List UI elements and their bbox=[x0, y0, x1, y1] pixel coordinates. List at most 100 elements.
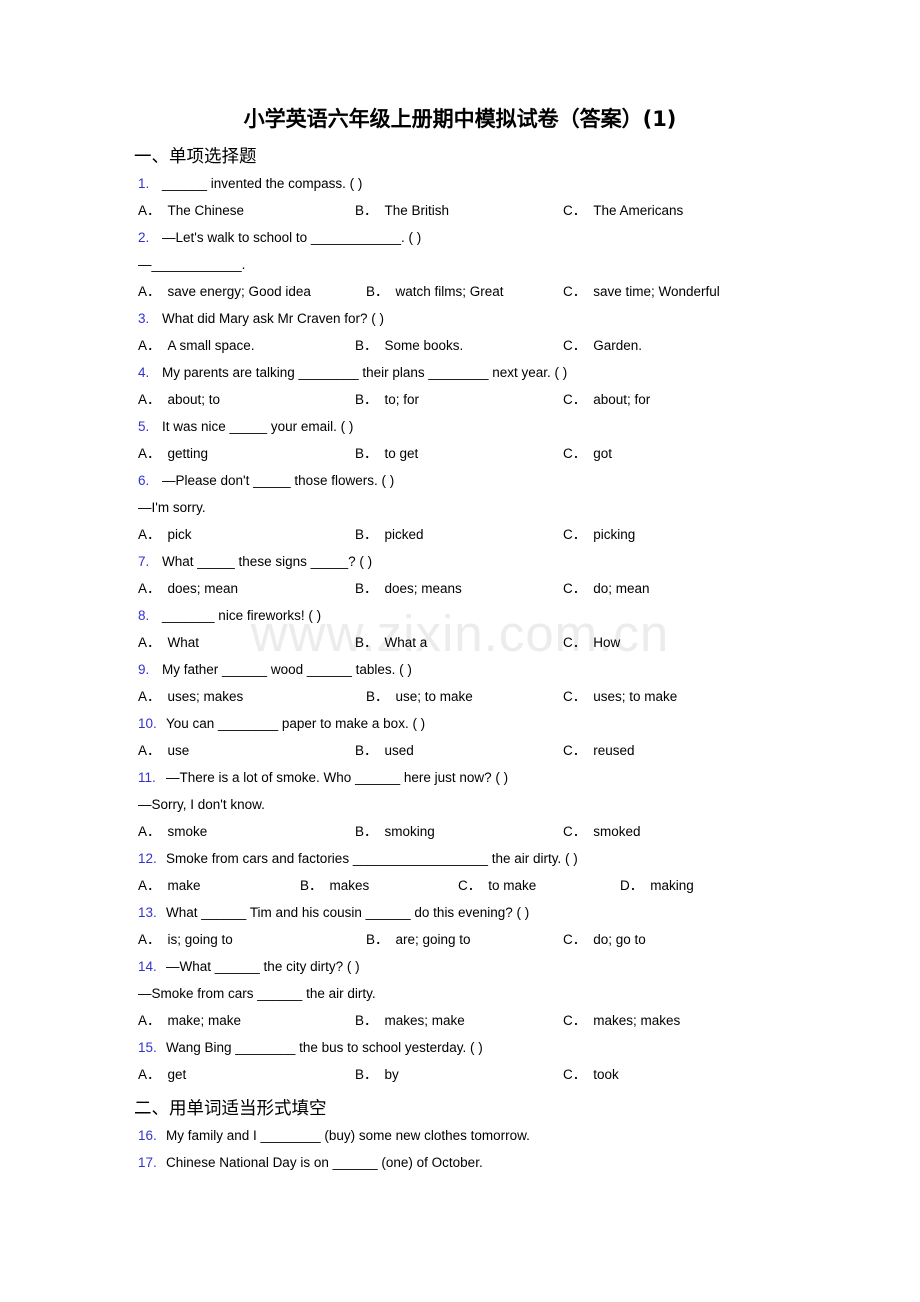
option-choice[interactable]: C． Garden. bbox=[563, 332, 642, 359]
option-choice[interactable]: C． uses; to make bbox=[563, 683, 677, 710]
option-choice[interactable]: B． by bbox=[355, 1061, 399, 1088]
option-choice[interactable]: A． make; make bbox=[138, 1007, 241, 1034]
option-choice[interactable]: A． about; to bbox=[138, 386, 220, 413]
option-choice[interactable]: A． make bbox=[138, 872, 201, 899]
option-choice[interactable]: A． does; mean bbox=[138, 575, 238, 602]
question-stem-text: —What ______ the city dirty? ( ) bbox=[166, 959, 360, 974]
option-label: B． bbox=[355, 203, 378, 218]
option-choice[interactable]: B． use; to make bbox=[366, 683, 473, 710]
option-choice[interactable]: C． makes; makes bbox=[563, 1007, 680, 1034]
option-text: to get bbox=[384, 446, 419, 461]
option-choice[interactable]: A． What bbox=[138, 629, 199, 656]
option-choice[interactable]: D． making bbox=[620, 872, 694, 899]
option-choice[interactable]: B． to get bbox=[355, 440, 418, 467]
option-label: B． bbox=[355, 338, 378, 353]
option-row: A． make B． makes C． to make D． making bbox=[0, 872, 920, 899]
option-choice[interactable]: B． watch films; Great bbox=[366, 278, 504, 305]
question-number: 5. bbox=[138, 419, 150, 434]
question-item: 14. —What ______ the city dirty? ( ) —Smok… bbox=[0, 953, 920, 1034]
question-number: 10. bbox=[138, 716, 157, 731]
option-label: C． bbox=[563, 824, 587, 839]
option-choice[interactable]: C． got bbox=[563, 440, 612, 467]
option-row: A． pick B． picked C． picking bbox=[0, 521, 920, 548]
option-row: A． The Chinese B． The British C． The American… bbox=[0, 197, 920, 224]
question-stem-line: 12. Smoke from cars and factories _______… bbox=[0, 845, 920, 872]
option-choice[interactable]: B． What a bbox=[355, 629, 427, 656]
option-text: makes; make bbox=[384, 1013, 465, 1028]
option-label: B． bbox=[355, 1067, 378, 1082]
option-text: took bbox=[593, 1067, 619, 1082]
option-choice[interactable]: C． do; mean bbox=[563, 575, 650, 602]
option-choice[interactable]: C． to make bbox=[458, 872, 536, 899]
option-text: save energy; Good idea bbox=[167, 284, 311, 299]
option-choice[interactable]: C． How bbox=[563, 629, 620, 656]
question-number: 3. bbox=[138, 311, 150, 326]
option-label: B． bbox=[355, 392, 378, 407]
question-stem-line: 10. You can ________ paper to make a box.… bbox=[0, 710, 920, 737]
option-label: B． bbox=[366, 689, 389, 704]
question-stem-line: 6. —Please don't _____ those flowers. ( ) bbox=[0, 467, 920, 494]
option-choice[interactable]: B． to; for bbox=[355, 386, 419, 413]
option-text: making bbox=[650, 878, 694, 893]
option-choice[interactable]: A． save energy; Good idea bbox=[138, 278, 311, 305]
option-choice[interactable]: A． get bbox=[138, 1061, 186, 1088]
option-choice[interactable]: A． getting bbox=[138, 440, 208, 467]
question-stem-text: —There is a lot of smoke. Who ______ her… bbox=[166, 770, 509, 785]
question-item: 17. Chinese National Day is on ______ (on… bbox=[0, 1149, 920, 1176]
question-item: 8. _______ nice fireworks! ( ) A． What B． Wha… bbox=[0, 602, 920, 656]
option-choice[interactable]: B． used bbox=[355, 737, 414, 764]
option-choice[interactable]: C． took bbox=[563, 1061, 619, 1088]
option-text: What a bbox=[384, 635, 428, 650]
option-choice[interactable]: C． reused bbox=[563, 737, 635, 764]
option-choice[interactable]: B． makes; make bbox=[355, 1007, 465, 1034]
question-stem-text: My parents are talking ________ their pl… bbox=[162, 365, 568, 380]
option-choice[interactable]: B． are; going to bbox=[366, 926, 471, 953]
option-choice[interactable]: C． do; go to bbox=[563, 926, 646, 953]
option-label: B． bbox=[355, 635, 378, 650]
question-stem-line: 16. My family and I ________ (buy) some n… bbox=[0, 1122, 920, 1149]
option-choice[interactable]: C． save time; Wonderful bbox=[563, 278, 720, 305]
question-number: 4. bbox=[138, 365, 150, 380]
option-text: How bbox=[593, 635, 621, 650]
question-number: 14. bbox=[138, 959, 157, 974]
option-choice[interactable]: A． use bbox=[138, 737, 189, 764]
option-choice[interactable]: A． smoke bbox=[138, 818, 207, 845]
option-label: C． bbox=[563, 203, 587, 218]
question-stem-text: My father ______ wood ______ tables. ( ) bbox=[162, 662, 412, 677]
option-text: about; to bbox=[167, 392, 221, 407]
option-text: do; mean bbox=[593, 581, 650, 596]
question-number: 13. bbox=[138, 905, 157, 920]
option-choice[interactable]: A． The Chinese bbox=[138, 197, 244, 224]
option-choice[interactable]: C． about; for bbox=[563, 386, 650, 413]
question-number: 2. bbox=[138, 230, 150, 245]
question-stem-text: —Please don't _____ those flowers. ( ) bbox=[162, 473, 395, 488]
option-text: The Chinese bbox=[167, 203, 245, 218]
question-stem-line: 15. Wang Bing ________ the bus to school … bbox=[0, 1034, 920, 1061]
option-text: pick bbox=[167, 527, 192, 542]
option-label: A． bbox=[138, 446, 161, 461]
option-choice[interactable]: B． smoking bbox=[355, 818, 435, 845]
option-label: B． bbox=[355, 446, 378, 461]
option-choice[interactable]: B． Some books. bbox=[355, 332, 463, 359]
option-label: A． bbox=[138, 743, 161, 758]
option-text: A small space. bbox=[167, 338, 255, 353]
question-item: 10. You can ________ paper to make a box.… bbox=[0, 710, 920, 764]
option-choice[interactable]: A． pick bbox=[138, 521, 192, 548]
option-text: is; going to bbox=[167, 932, 233, 947]
question-stem-line: 1. ______ invented the compass. ( ) bbox=[0, 170, 920, 197]
option-text: to make bbox=[488, 878, 537, 893]
option-choice[interactable]: A． is; going to bbox=[138, 926, 233, 953]
option-choice[interactable]: B． The British bbox=[355, 197, 449, 224]
option-choice[interactable]: A． uses; makes bbox=[138, 683, 243, 710]
option-choice[interactable]: C． The Americans bbox=[563, 197, 683, 224]
question-stem-text: My family and I ________ (buy) some new … bbox=[166, 1128, 530, 1143]
exam-paper-page: www.zixin.com.cn 小学英语六年级上册期中模拟试卷（答案）(1) … bbox=[0, 0, 920, 1302]
option-choice[interactable]: C． picking bbox=[563, 521, 635, 548]
option-choice[interactable]: A． A small space. bbox=[138, 332, 255, 359]
option-choice[interactable]: C． smoked bbox=[563, 818, 641, 845]
option-choice[interactable]: B． makes bbox=[300, 872, 369, 899]
option-choice[interactable]: B． picked bbox=[355, 521, 424, 548]
question-stem-text: Wang Bing ________ the bus to school yes… bbox=[166, 1040, 483, 1055]
option-label: A． bbox=[138, 635, 161, 650]
option-choice[interactable]: B． does; means bbox=[355, 575, 462, 602]
